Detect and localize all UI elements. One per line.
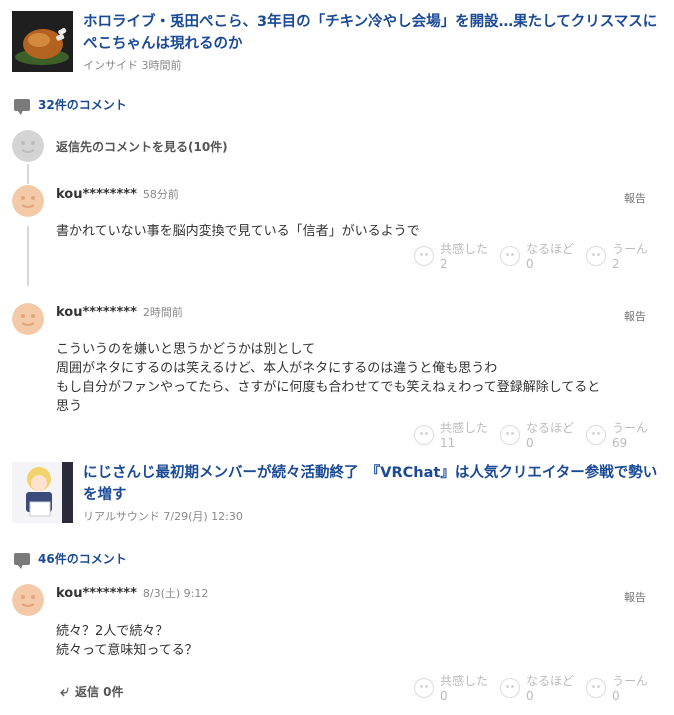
- article-card[interactable]: にじさんじ最初期メンバーが続々活動終了 『VRChat』は人気クリエイター参戦で…: [12, 462, 662, 524]
- article-source-time: リアルサウンド 7/29(月) 12:30: [83, 510, 243, 523]
- reaction-label: 共感した: [440, 674, 489, 688]
- reaction-count: 0: [526, 689, 534, 703]
- reply-count-label: 返信 0件: [74, 684, 124, 699]
- avatar[interactable]: [12, 303, 44, 335]
- insightful-face-icon: [500, 678, 520, 698]
- empathize-face-icon: [414, 246, 434, 266]
- reply-arrow-icon: ⤶: [60, 681, 69, 700]
- reaction-bar: 共感した 2 なるほど 0 うーん 2: [414, 242, 672, 272]
- hmm-face-icon: [586, 678, 606, 698]
- reaction-count: 0: [440, 689, 448, 703]
- reaction-count: 11: [440, 436, 456, 450]
- reaction-label: なるほど: [526, 242, 575, 256]
- reaction-hmm-button[interactable]: うーん 2: [586, 242, 672, 272]
- comment-time: 8/3(土) 9:12: [142, 587, 209, 600]
- comment-body: 書かれていない事を脳内変換で見ている「信者」がいるようで: [56, 222, 656, 241]
- comment-username[interactable]: kou********: [56, 187, 137, 202]
- reaction-count: 0: [612, 689, 620, 703]
- comment-line: もし自分がファンやってたら、さすがに何度も合わせてでも笑えねぇわって登録解除して…: [56, 380, 601, 395]
- hmm-face-icon: [586, 246, 606, 266]
- article-title[interactable]: ホロライブ・兎田ぺこら、3年目の「チキン冷やし会場」を開設…果たしてクリスマスに…: [83, 11, 662, 55]
- reaction-hmm-button[interactable]: うーん 0: [586, 674, 672, 704]
- report-link[interactable]: 報告: [624, 190, 646, 206]
- reaction-label: 共感した: [440, 421, 489, 435]
- article-thumbnail[interactable]: [12, 462, 73, 523]
- report-link[interactable]: 報告: [624, 589, 646, 605]
- hmm-face-icon: [586, 425, 606, 445]
- empathize-face-icon: [414, 678, 434, 698]
- comment-username[interactable]: kou********: [56, 305, 137, 320]
- view-parent-replies-link[interactable]: 返信先のコメントを見る(10件): [56, 138, 228, 155]
- reaction-label: うーん: [612, 242, 649, 256]
- comment-line: 書かれていない事を脳内変換で見ている「信者」がいるようで: [56, 224, 420, 239]
- article-title[interactable]: にじさんじ最初期メンバーが続々活動終了 『VRChat』は人気クリエイター参戦で…: [83, 462, 662, 506]
- report-link[interactable]: 報告: [624, 308, 646, 324]
- reaction-count: 2: [612, 257, 620, 271]
- insightful-face-icon: [500, 425, 520, 445]
- article-thumbnail[interactable]: [12, 11, 73, 72]
- reaction-empathize-button[interactable]: 共感した 0: [414, 674, 500, 704]
- reaction-hmm-button[interactable]: うーん 69: [586, 421, 672, 451]
- avatar-placeholder: [12, 130, 44, 162]
- reaction-count: 69: [612, 436, 628, 450]
- comment-header: kou******** 2時間前: [56, 304, 183, 320]
- reaction-insightful-button[interactable]: なるほど 0: [500, 242, 586, 272]
- reply-button[interactable]: ⤶ 返信 0件: [60, 681, 124, 701]
- reaction-bar: 共感した 11 なるほど 0 うーん 69: [414, 421, 672, 451]
- comment-line: 周囲がネタにするのは笑えるけど、本人がネタにするのは違うと俺も思うわ: [56, 361, 498, 376]
- reaction-label: うーん: [612, 674, 649, 688]
- comment-time: 2時間前: [142, 306, 183, 319]
- comment-time: 58分前: [142, 188, 179, 201]
- comment-count-label: 46件のコメント: [38, 552, 127, 566]
- avatar[interactable]: [12, 185, 44, 217]
- comment-header: kou******** 58分前: [56, 186, 179, 202]
- article-card[interactable]: ホロライブ・兎田ぺこら、3年目の「チキン冷やし会場」を開設…果たしてクリスマスに…: [12, 11, 662, 73]
- reaction-label: なるほど: [526, 674, 575, 688]
- reaction-count: 2: [440, 257, 448, 271]
- reaction-insightful-button[interactable]: なるほど 0: [500, 674, 586, 704]
- comment-header: kou******** 8/3(土) 9:12: [56, 585, 208, 601]
- reaction-label: 共感した: [440, 242, 489, 256]
- reaction-empathize-button[interactable]: 共感した 11: [414, 421, 500, 451]
- reaction-bar: 共感した 0 なるほど 0 うーん 0: [414, 674, 672, 704]
- comment-line: 続々って意味知ってる？: [56, 643, 198, 658]
- comment-username[interactable]: kou********: [56, 586, 137, 601]
- insightful-face-icon: [500, 246, 520, 266]
- reaction-label: うーん: [612, 421, 649, 435]
- comment-bubble-icon: [14, 98, 30, 115]
- comment-line: 思う: [56, 399, 83, 414]
- reaction-empathize-button[interactable]: 共感した 2: [414, 242, 500, 272]
- empathize-face-icon: [414, 425, 434, 445]
- article-source-time: インサイド 3時間前: [83, 59, 182, 72]
- comment-line: こういうのを嫌いと思うかどうかは別として: [56, 342, 316, 357]
- comment-count-link[interactable]: 32件のコメント: [14, 96, 127, 115]
- comment-body: 続々？2人で続々？ 続々って意味知ってる？: [56, 622, 656, 660]
- comment-bubble-icon: [14, 552, 30, 569]
- reaction-count: 0: [526, 257, 534, 271]
- reaction-insightful-button[interactable]: なるほど 0: [500, 421, 586, 451]
- thread-line: [27, 226, 29, 286]
- reaction-count: 0: [526, 436, 534, 450]
- comment-body: こういうのを嫌いと思うかどうかは別として 周囲がネタにするのは笑えるけど、本人が…: [56, 340, 656, 416]
- thread-line: [27, 164, 29, 184]
- comment-line: 続々？2人で続々？: [56, 624, 169, 639]
- avatar[interactable]: [12, 584, 44, 616]
- comment-count-label: 32件のコメント: [38, 98, 127, 112]
- comment-count-link[interactable]: 46件のコメント: [14, 550, 127, 569]
- reaction-label: なるほど: [526, 421, 575, 435]
